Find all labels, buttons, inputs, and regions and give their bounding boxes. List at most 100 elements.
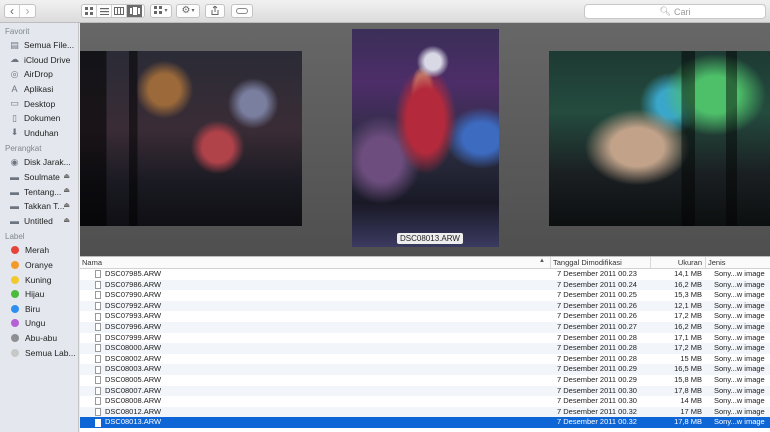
table-row[interactable]: DSC07996.ARW 7 Desember 2011 00.27 16,2 … bbox=[80, 321, 770, 333]
table-row[interactable]: DSC08000.ARW 7 Desember 2011 00.28 17,2 … bbox=[80, 343, 770, 354]
table-row[interactable]: DSC08012.ARW 7 Desember 2011 00.32 17 MB… bbox=[80, 406, 770, 418]
tag-color-dot bbox=[11, 275, 19, 284]
file-kind: Sony...w image bbox=[714, 385, 765, 395]
sidebar-tag-gray[interactable]: Abu-abu bbox=[0, 331, 78, 346]
edit-tags-button[interactable] bbox=[231, 4, 253, 18]
sidebar-item-label: Dokumen bbox=[24, 113, 61, 124]
cover-photo-left-stack[interactable] bbox=[80, 51, 302, 226]
sidebar-item-label: Semua Lab... bbox=[25, 347, 76, 358]
file-size: 14 MB bbox=[680, 396, 702, 406]
file-size: 17,2 MB bbox=[674, 311, 702, 321]
file-kind: Sony...w image bbox=[714, 269, 765, 278]
finder-toolbar: ‹ › ▾ ⚙ ▾ 🔍︎ Cari bbox=[0, 0, 770, 23]
file-icon bbox=[95, 333, 101, 342]
list-view-icon[interactable] bbox=[97, 5, 112, 17]
sidebar-tag-all[interactable]: Semua Lab... bbox=[0, 345, 78, 360]
tag-icon bbox=[236, 7, 248, 16]
back-icon[interactable]: ‹ bbox=[5, 5, 20, 17]
table-row[interactable]: DSC08003.ARW 7 Desember 2011 00.29 16,5 … bbox=[80, 364, 770, 375]
table-row[interactable]: DSC07990.ARW 7 Desember 2011 00.25 15,3 … bbox=[80, 290, 770, 301]
table-row[interactable]: DSC08007.ARW 7 Desember 2011 00.30 17,8 … bbox=[80, 385, 770, 397]
column-header-size[interactable]: Ukuran bbox=[651, 257, 706, 268]
table-row[interactable]: DSC07993.ARW 7 Desember 2011 00.26 17,2 … bbox=[80, 311, 770, 322]
tag-color-dot bbox=[11, 319, 19, 328]
column-header-date[interactable]: Tanggal Dimodifikasi bbox=[551, 257, 651, 268]
sidebar-item-untitled[interactable]: ▬ Untitled ⏏ bbox=[0, 214, 78, 229]
sidebar-tag-green[interactable]: Hijau bbox=[0, 287, 78, 302]
sidebar-tag-purple[interactable]: Ungu bbox=[0, 316, 78, 331]
tag-color-dot bbox=[11, 348, 19, 357]
sidebar-item-takkan[interactable]: ▬ Takkan T... ⏏ bbox=[0, 199, 78, 214]
sidebar-item-label: Oranye bbox=[25, 260, 53, 271]
all-files-icon: ▤ bbox=[10, 39, 19, 50]
file-icon bbox=[95, 344, 101, 353]
column-header-label: Nama bbox=[82, 258, 103, 267]
sidebar-item-downloads[interactable]: ⬇ Unduhan bbox=[0, 126, 78, 141]
eject-icon[interactable]: ⏏ bbox=[63, 201, 70, 209]
table-row[interactable]: DSC08002.ARW 7 Desember 2011 00.28 15 MB… bbox=[80, 354, 770, 365]
column-header-name[interactable]: Nama ▲ bbox=[80, 257, 551, 268]
file-name: DSC08000.ARW bbox=[105, 343, 162, 353]
table-row[interactable]: DSC07985.ARW 7 Desember 2011 00.23 14,1 … bbox=[80, 269, 770, 280]
sidebar-item-tentang[interactable]: ▬ Tentang... ⏏ bbox=[0, 184, 78, 199]
file-date: 7 Desember 2011 00.28 bbox=[557, 353, 637, 363]
file-name: DSC07992.ARW bbox=[105, 300, 162, 310]
sidebar-item-applications[interactable]: A Aplikasi bbox=[0, 82, 78, 97]
icon-view-icon[interactable] bbox=[82, 5, 97, 17]
file-name: DSC08005.ARW bbox=[105, 374, 162, 384]
table-row[interactable]: DSC08008.ARW 7 Desember 2011 00.30 14 MB… bbox=[80, 396, 770, 407]
table-row[interactable]: DSC07986.ARW 7 Desember 2011 00.24 16,2 … bbox=[80, 279, 770, 291]
sidebar-item-all-files[interactable]: ▤ Semua File... bbox=[0, 38, 78, 53]
forward-icon[interactable]: › bbox=[20, 5, 35, 17]
file-kind: Sony...w image bbox=[714, 374, 765, 384]
sidebar-tag-yellow[interactable]: Kuning bbox=[0, 272, 78, 287]
table-row[interactable]: DSC08005.ARW 7 Desember 2011 00.29 15,8 … bbox=[80, 375, 770, 386]
column-view-icon[interactable] bbox=[112, 5, 127, 17]
cover-flow-view-icon[interactable] bbox=[127, 5, 142, 17]
eject-icon[interactable]: ⏏ bbox=[63, 172, 70, 180]
column-header-kind[interactable]: Jenis bbox=[706, 257, 770, 268]
file-date: 7 Desember 2011 00.23 bbox=[557, 269, 637, 278]
sidebar-tag-blue[interactable]: Biru bbox=[0, 302, 78, 317]
file-date: 7 Desember 2011 00.24 bbox=[557, 279, 637, 289]
table-row[interactable]: DSC07999.ARW 7 Desember 2011 00.28 17,1 … bbox=[80, 333, 770, 344]
sidebar-item-documents[interactable]: ▯ Dokumen bbox=[0, 111, 78, 126]
file-name: DSC07985.ARW bbox=[105, 269, 162, 278]
chevron-down-icon: ▾ bbox=[191, 8, 195, 14]
action-button[interactable]: ⚙ ▾ bbox=[176, 4, 200, 18]
tag-color-dot bbox=[11, 290, 19, 299]
file-name: DSC08007.ARW bbox=[105, 385, 162, 395]
share-button[interactable] bbox=[205, 4, 225, 18]
file-size: 17,2 MB bbox=[674, 343, 702, 353]
file-date: 7 Desember 2011 00.25 bbox=[557, 290, 637, 300]
search-field[interactable]: 🔍︎ Cari bbox=[584, 4, 766, 19]
airdrop-icon: ◎ bbox=[10, 68, 19, 79]
file-name: DSC07996.ARW bbox=[105, 321, 162, 331]
cover-photo-right-stack[interactable] bbox=[549, 51, 770, 226]
sidebar-item-desktop[interactable]: ▭ Desktop bbox=[0, 96, 78, 111]
sidebar-item-label: Biru bbox=[25, 303, 41, 314]
sidebar-item-airdrop[interactable]: ◎ AirDrop bbox=[0, 67, 78, 82]
arrange-button[interactable]: ▾ bbox=[150, 4, 172, 18]
file-date: 7 Desember 2011 00.30 bbox=[557, 385, 637, 395]
sidebar-item-icloud-drive[interactable]: ☁ iCloud Drive bbox=[0, 53, 78, 68]
drive-icon: ▬ bbox=[10, 172, 19, 183]
table-row[interactable]: DSC07992.ARW 7 Desember 2011 00.26 12,1 … bbox=[80, 300, 770, 312]
sidebar-item-remote-disk[interactable]: ◉ Disk Jarak... bbox=[0, 155, 78, 170]
cover-photo-selected[interactable] bbox=[352, 29, 499, 247]
file-kind: Sony...w image bbox=[714, 290, 765, 300]
sidebar-tag-red[interactable]: Merah bbox=[0, 243, 78, 258]
file-size: 14,1 MB bbox=[674, 269, 702, 278]
desktop-icon: ▭ bbox=[10, 98, 19, 109]
file-icon bbox=[95, 302, 101, 311]
tag-color-dot bbox=[11, 304, 19, 313]
file-kind: Sony...w image bbox=[714, 311, 765, 321]
eject-icon[interactable]: ⏏ bbox=[63, 186, 70, 194]
sidebar-tag-orange[interactable]: Oranye bbox=[0, 258, 78, 273]
drive-icon: ▬ bbox=[10, 186, 19, 197]
sidebar-item-soulmate[interactable]: ▬ Soulmate ⏏ bbox=[0, 170, 78, 185]
sidebar-section-favorites: Favorit bbox=[5, 27, 30, 36]
eject-icon[interactable]: ⏏ bbox=[63, 216, 70, 224]
file-name: DSC07986.ARW bbox=[105, 279, 162, 289]
table-row-selected[interactable]: DSC08013.ARW 7 Desember 2011 00.32 17,8 … bbox=[80, 417, 770, 428]
